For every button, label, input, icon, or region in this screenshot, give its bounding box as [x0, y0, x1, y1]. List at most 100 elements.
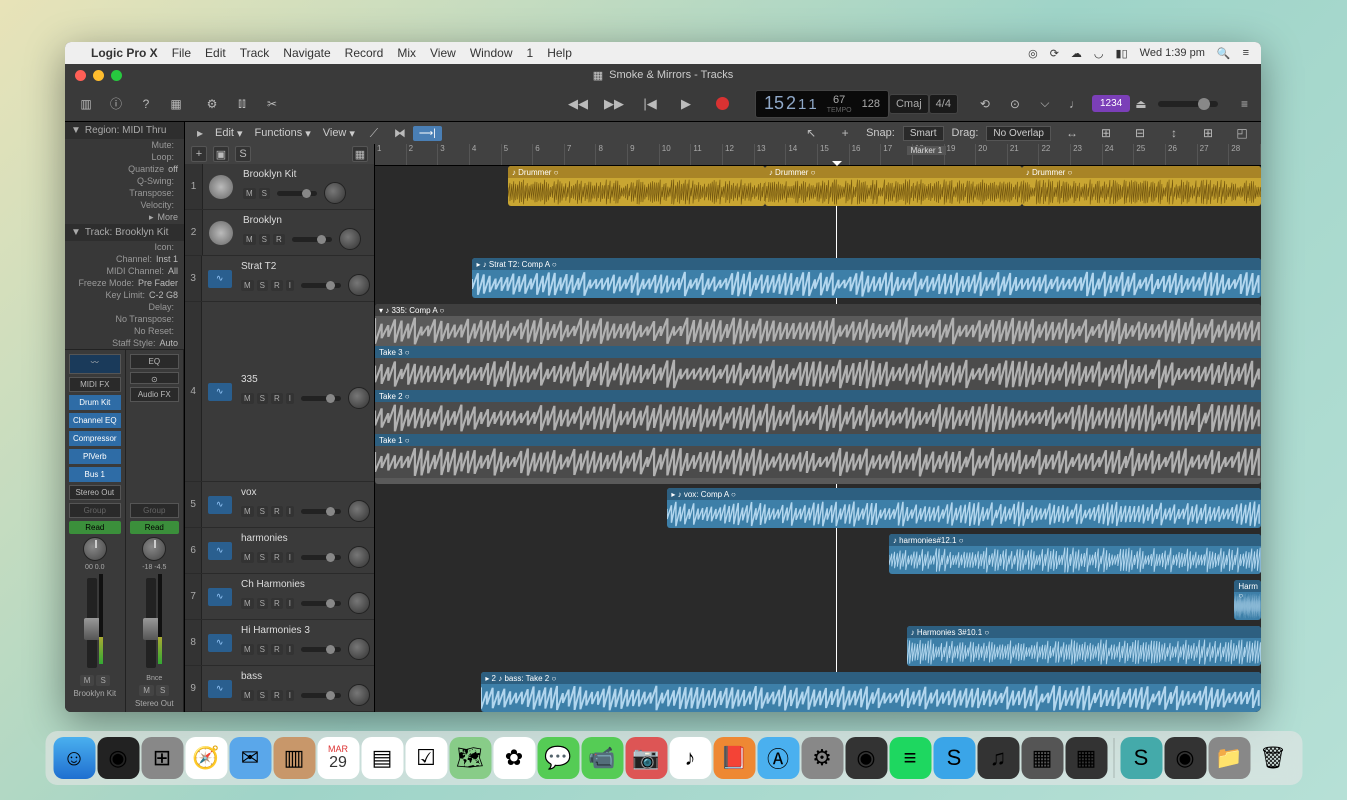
mute-button[interactable]: M — [139, 685, 154, 696]
inspector-row[interactable]: Icon: — [65, 241, 184, 253]
notification-icon[interactable]: ≡ — [1243, 47, 1249, 59]
nav-icon[interactable]: ↔ — [1060, 122, 1084, 145]
contacts-icon[interactable]: ▥ — [273, 737, 315, 779]
eq-slot[interactable]: EQ — [130, 354, 179, 369]
track-i-button[interactable]: I — [286, 393, 294, 404]
app-name[interactable]: Logic Pro X — [91, 46, 158, 60]
inspector-row[interactable]: Loop: — [65, 151, 184, 163]
track-header[interactable]: 2 Brooklyn MSR — [185, 210, 374, 256]
track-s-button[interactable]: S — [257, 598, 268, 609]
minimize-button[interactable] — [93, 70, 104, 81]
inspector-row[interactable]: Staff Style:Auto — [65, 337, 184, 349]
inspector-row[interactable]: Velocity: — [65, 199, 184, 211]
track-icon[interactable]: ∿ — [202, 574, 237, 619]
region[interactable]: ♪ Drummer ○ — [765, 166, 1022, 206]
track-r-button[interactable]: R — [271, 280, 283, 291]
maximize-button[interactable] — [111, 70, 122, 81]
track-s-button[interactable]: S — [257, 506, 268, 517]
region-header[interactable]: ♪ harmonies#12.1 ○ — [889, 534, 1261, 546]
track-icon[interactable]: ∿ — [202, 302, 237, 481]
track-i-button[interactable]: I — [286, 690, 294, 701]
track-header[interactable]: 5 ∿ vox MSRI — [185, 482, 374, 528]
ruler-bar[interactable]: 21 — [1008, 144, 1040, 165]
inspector-row[interactable]: No Transpose: — [65, 313, 184, 325]
track-r-button[interactable]: R — [271, 598, 283, 609]
ruler-bar[interactable]: 2 — [407, 144, 439, 165]
track-s-button[interactable]: S — [259, 188, 270, 199]
itunes-icon[interactable]: ♪ — [669, 737, 711, 779]
play-button[interactable]: ▶ — [674, 92, 698, 116]
tempo-value[interactable]: 67 — [833, 94, 845, 106]
track-volume-slider[interactable] — [301, 693, 341, 698]
key-signature[interactable]: Cmaj — [889, 94, 929, 114]
mute-button[interactable]: M — [80, 675, 95, 686]
track-volume-slider[interactable] — [301, 601, 341, 606]
track-name[interactable]: Brooklyn — [243, 215, 370, 226]
tuner-button[interactable]: ⌵ — [1033, 92, 1057, 116]
rewind-button[interactable]: ◀◀ — [566, 92, 590, 116]
track-header[interactable]: 3 ∿ Strat T2 MSRI — [185, 256, 374, 302]
ruler-bar[interactable]: 7 — [565, 144, 597, 165]
marker[interactable]: Marker 1 — [907, 146, 947, 155]
logic-icon[interactable]: ♫ — [977, 737, 1019, 779]
siri-icon[interactable]: ◉ — [97, 737, 139, 779]
menu-1[interactable]: 1 — [527, 46, 534, 60]
app-icon[interactable]: ◉ — [1164, 737, 1206, 779]
inspector-row[interactable]: Key Limit:C-2 G8 — [65, 289, 184, 301]
track-header[interactable]: 1 Brooklyn Kit MS — [185, 164, 374, 210]
track-volume-slider[interactable] — [292, 237, 332, 242]
nav-icon[interactable]: ⊟ — [1128, 122, 1152, 145]
trash-icon[interactable]: 🗑 — [1252, 737, 1294, 779]
menu-navigate[interactable]: Navigate — [283, 46, 330, 60]
region-header[interactable]: ▸ 2 ♪ bass: Take 2 ○ — [481, 672, 1261, 684]
messages-icon[interactable]: 💬 — [537, 737, 579, 779]
launchpad-icon[interactable]: ⊞ — [141, 737, 183, 779]
time-signature[interactable]: 4/4 — [929, 94, 958, 114]
reminders-icon[interactable]: ☑ — [405, 737, 447, 779]
preferences-icon[interactable]: ⚙ — [801, 737, 843, 779]
track-header[interactable]: 8 ∿ Hi Harmonies 3 MSRI — [185, 620, 374, 666]
wifi-icon[interactable]: ◡ — [1094, 47, 1104, 60]
safari-icon[interactable]: 🧭 — [185, 737, 227, 779]
calendar-icon[interactable]: MAR29 — [317, 737, 359, 779]
skype-icon[interactable]: S — [933, 737, 975, 779]
track-m-button[interactable]: M — [241, 393, 254, 404]
empty-slot[interactable]: ⊙ — [130, 372, 179, 384]
menu-window[interactable]: Window — [470, 46, 513, 60]
take-header[interactable]: Take 1 ○ — [375, 434, 1261, 446]
track-m-button[interactable]: M — [241, 280, 254, 291]
audiofx-slot[interactable]: Audio FX — [130, 387, 179, 402]
track-name[interactable]: Strat T2 — [241, 261, 370, 272]
region-header[interactable]: ♪ Drummer ○ — [508, 166, 765, 178]
menubar-time[interactable]: Wed 1:39 pm — [1140, 47, 1205, 59]
region[interactable]: ♪ Harmonies 3#10.1 ○ — [907, 626, 1261, 666]
track-volume-slider[interactable] — [301, 283, 341, 288]
battery-icon[interactable]: ▮▯ — [1116, 47, 1128, 60]
automation-icon[interactable]: ⟋ — [362, 122, 386, 145]
master-volume-slider[interactable] — [1158, 101, 1218, 107]
track-name[interactable]: harmonies — [241, 533, 370, 544]
menu-edit[interactable]: Edit — [205, 46, 226, 60]
track-name[interactable]: bass — [241, 671, 370, 682]
position-beat[interactable]: 2 — [786, 93, 796, 114]
track-i-button[interactable]: I — [286, 280, 294, 291]
track-volume-slider[interactable] — [301, 647, 341, 652]
fx-slot[interactable]: Compressor — [69, 431, 121, 446]
track-s-button[interactable]: S — [257, 280, 268, 291]
region-header[interactable]: ♪ Harmonies 3#10.1 ○ — [907, 626, 1261, 638]
inspector-button[interactable]: ⓘ — [104, 92, 128, 116]
track-pan-knob[interactable] — [324, 182, 346, 204]
inspector-row[interactable]: Mute: — [65, 139, 184, 151]
region-header[interactable]: ♪ Drummer ○ — [765, 166, 1022, 178]
inspector-row[interactable]: Delay: — [65, 301, 184, 313]
inspector-row[interactable]: Transpose: — [65, 187, 184, 199]
lcd-display[interactable]: 15 2 1 1 67TEMPO 128 — [755, 90, 889, 118]
inspector-row[interactable]: MIDI Channel:All — [65, 265, 184, 277]
ruler-bar[interactable]: 22 — [1039, 144, 1071, 165]
track-i-button[interactable]: I — [286, 552, 294, 563]
region[interactable]: ▸ 2 ♪ bass: Take 2 ○ — [481, 672, 1261, 712]
maps-icon[interactable]: 🗺 — [449, 737, 491, 779]
pointer-tool[interactable]: ↖ — [799, 122, 823, 145]
inspector-more[interactable]: ▸ More — [65, 211, 184, 224]
drag-select[interactable]: No Overlap — [986, 126, 1051, 141]
